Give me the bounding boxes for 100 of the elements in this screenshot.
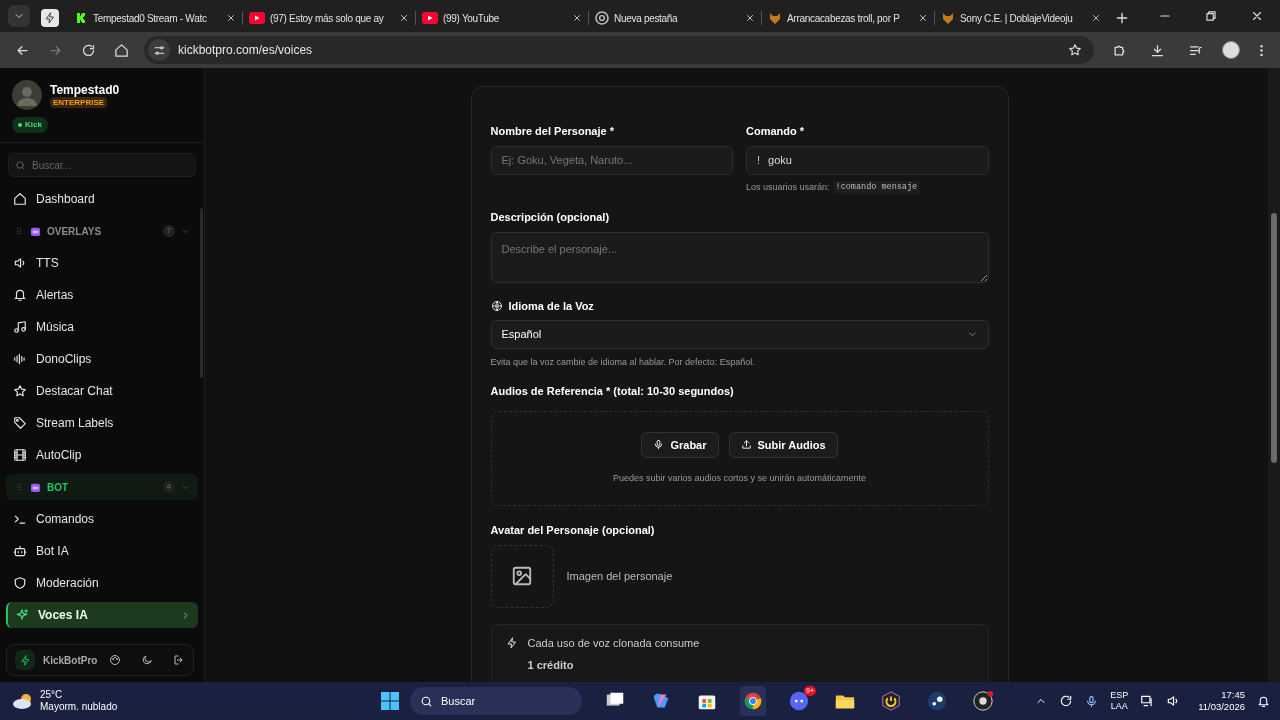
audio-button[interactable]: Grabar (641, 431, 719, 458)
shield-icon (13, 576, 27, 590)
new-tab-icon[interactable] (1114, 10, 1130, 26)
globe-logo-icon (595, 11, 609, 25)
drag-handle-icon (14, 482, 24, 492)
terminal-icon (13, 512, 27, 526)
network-icon[interactable] (1140, 694, 1155, 708)
tab-title: Arrancacabezas troll, por P (787, 11, 901, 26)
user-avatar (12, 80, 42, 110)
hint-text: Puedes subir varios audios cortos y se unirán automáticamente (612, 471, 867, 485)
close-icon[interactable] (1250, 9, 1264, 23)
field-label: Descripción (opcional) (490, 210, 611, 225)
close-icon[interactable] (399, 13, 409, 23)
command-example: !comando mensaje (833, 180, 920, 194)
browser-tab[interactable]: (99) YouTube (416, 4, 588, 32)
upload-icon (740, 439, 752, 451)
audio-dropzone[interactable]: Grabar Subir Audios Puedes subir varios audios cortos y se unirán automáticamente (490, 411, 989, 506)
notification-bell-icon[interactable] (1257, 694, 1270, 708)
taskbar-search[interactable]: Buscar (441, 687, 551, 715)
bolt-icon (44, 12, 56, 24)
command-field[interactable]: goku (768, 146, 978, 174)
tab-title: (99) YouTube (443, 11, 501, 26)
field-label: Audios de Referencia * (total: 10-30 segundos) (490, 383, 735, 399)
browser-tab[interactable]: Nueva pestaña (589, 4, 761, 32)
field-label: Avatar del Personaje (opcional) (490, 523, 656, 538)
tag-icon (13, 416, 27, 430)
field-label: Idioma de la Voz (508, 298, 594, 314)
browser-tab[interactable]: (97) Estoy más solo que ay (243, 4, 415, 32)
recorder-icon[interactable] (972, 690, 994, 712)
group-icon (30, 225, 41, 237)
nav-group-header[interactable]: BOT 4 (6, 474, 198, 500)
group-icon (30, 481, 41, 493)
restore-icon[interactable] (1204, 9, 1218, 23)
microphone-icon[interactable] (1085, 694, 1099, 708)
speaker-icon (13, 256, 27, 270)
robot-icon (13, 544, 27, 558)
browser-tab[interactable]: Tempestad0 Stream - Watc (70, 4, 242, 32)
close-icon[interactable] (918, 13, 928, 23)
avatar-caption: Imagen del personaje (566, 568, 673, 584)
avatar-upload[interactable] (490, 544, 554, 608)
play-logo-icon (422, 12, 438, 24)
reload-icon[interactable] (81, 42, 96, 58)
nav-item[interactable]: Voces IA (6, 602, 198, 628)
input-box[interactable]: Ej: Goku, Vegeta, Naruto... (490, 145, 733, 175)
user-name: Tempestad0 (50, 82, 120, 97)
field-label: Nombre del Personaje * (490, 124, 615, 139)
name-field[interactable]: Ej: Goku, Vegeta, Naruto... (501, 146, 722, 174)
drag-handle-icon (14, 226, 24, 236)
search-icon (420, 694, 433, 708)
taskbar-search-box[interactable]: Buscar (410, 687, 582, 715)
cloudy-sun-icon[interactable] (12, 692, 34, 710)
temperature: 25°C (40, 689, 64, 701)
logout-icon[interactable] (173, 654, 185, 666)
cost-amount: 1 crédito (527, 658, 575, 673)
browser-tab[interactable]: Sony C.E. | DoblajeVideoju (935, 4, 1107, 32)
plan-badge: ENTERPRISE (50, 96, 108, 108)
power-app-icon[interactable] (880, 690, 902, 712)
browser-icon[interactable] (742, 690, 764, 712)
language-select[interactable]: Español (490, 320, 989, 349)
input-box[interactable]: ! goku (746, 145, 989, 175)
description-field[interactable]: Describe el personaje... (490, 231, 989, 283)
tab-list-button[interactable] (8, 5, 30, 27)
k-logo-icon (76, 12, 88, 24)
bookmark-star-icon[interactable] (1068, 43, 1082, 57)
bell-icon (13, 288, 27, 302)
fox-logo-icon (941, 11, 955, 25)
close-icon[interactable] (226, 13, 236, 23)
language-indicator[interactable]: ESP LAA (1110, 690, 1129, 712)
sync-icon[interactable] (1059, 694, 1074, 708)
close-icon[interactable] (745, 13, 755, 23)
palette-icon[interactable] (109, 654, 121, 666)
site-settings-icon[interactable] (152, 43, 166, 57)
close-icon[interactable] (1091, 13, 1101, 23)
cost-text: Cada uso de voz clonada consume (527, 635, 700, 651)
brand-name: KickBotPro (43, 653, 99, 668)
browser-tab[interactable]: Arrancacabezas troll, por P (762, 4, 934, 32)
microphone-icon (653, 439, 665, 451)
profile-avatar[interactable] (1222, 41, 1240, 59)
tab-title: Nueva pestaña (614, 11, 679, 26)
search-box[interactable]: Buscar... (8, 153, 196, 177)
close-icon[interactable] (572, 13, 582, 23)
globe-icon (490, 299, 503, 312)
audio-button[interactable]: Subir Audios (728, 431, 838, 458)
moon-icon[interactable] (141, 654, 153, 666)
pinned-tab[interactable] (41, 9, 59, 27)
home-icon[interactable] (114, 42, 129, 58)
image-icon (511, 565, 533, 587)
download-icon[interactable] (1149, 42, 1165, 58)
field-label: Comando * (746, 124, 806, 139)
film-icon (13, 448, 27, 462)
clock[interactable]: 17:45 11/03/2026 (1198, 689, 1245, 713)
address-bar[interactable]: kickbotpro.com/es/voices (144, 36, 1094, 64)
play-logo-icon (249, 12, 265, 24)
bolt-icon (505, 636, 518, 649)
start-icon[interactable] (380, 691, 400, 711)
weather-condition: Mayorm. nublado (40, 701, 118, 713)
hint-text: Los usuarios usarán: (746, 180, 830, 194)
search-field[interactable]: Buscar... (32, 154, 189, 176)
sound-wave-icon (13, 352, 27, 366)
star-icon (13, 384, 27, 398)
